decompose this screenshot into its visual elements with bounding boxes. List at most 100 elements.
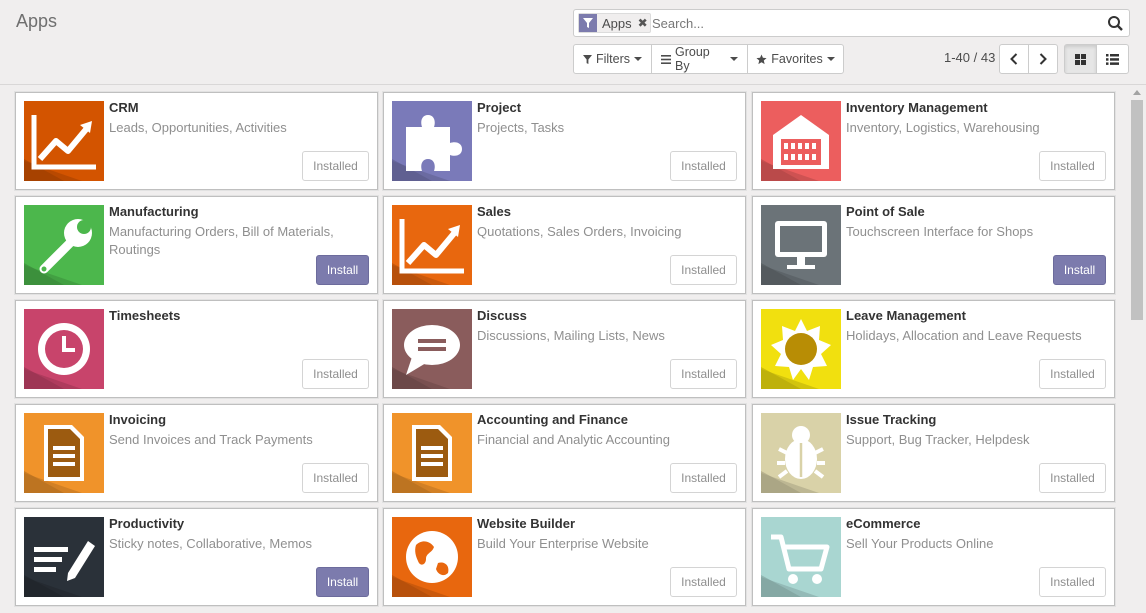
puzzle-piece-icon[interactable] (392, 101, 472, 181)
app-name[interactable]: Issue Tracking (846, 412, 936, 427)
filter-icon (579, 14, 597, 32)
scrollbar[interactable] (1128, 86, 1146, 613)
filters-button[interactable]: Filters (573, 44, 652, 74)
chevron-right-icon (1039, 53, 1047, 65)
document-icon[interactable] (24, 413, 104, 493)
app-summary: Support, Bug Tracker, Helpdesk (846, 432, 1030, 447)
app-card[interactable]: Timesheets Installed (15, 300, 378, 398)
app-summary: Build Your Enterprise Website (477, 536, 649, 551)
warehouse-icon[interactable] (761, 101, 841, 181)
list-view-button[interactable] (1096, 44, 1129, 74)
document-icon[interactable] (392, 413, 472, 493)
kanban-view-button[interactable] (1064, 44, 1097, 74)
app-card[interactable]: Invoicing Send Invoices and Track Payment… (15, 404, 378, 502)
app-card[interactable]: Accounting and Finance Financial and Anal… (383, 404, 746, 502)
installed-button[interactable]: Installed (670, 359, 737, 389)
app-card[interactable]: Website Builder Build Your Enterprise Web… (383, 508, 746, 606)
app-card[interactable]: Point of Sale Touchscreen Interface for S… (752, 196, 1115, 294)
app-name[interactable]: CRM (109, 100, 139, 115)
installed-button[interactable]: Installed (302, 463, 369, 493)
favorites-button[interactable]: Favorites (747, 44, 844, 74)
star-icon (756, 53, 767, 65)
clock-icon[interactable] (24, 309, 104, 389)
filters-label: Filters (595, 52, 631, 66)
shopping-cart-icon[interactable] (761, 517, 841, 597)
app-name[interactable]: Productivity (109, 516, 184, 531)
bug-icon[interactable] (761, 413, 841, 493)
installed-button[interactable]: Installed (670, 463, 737, 493)
installed-button[interactable]: Installed (670, 151, 737, 181)
app-name[interactable]: Inventory Management (846, 100, 988, 115)
pager-value[interactable]: 1-40 / 43 (944, 50, 995, 65)
app-name[interactable]: Point of Sale (846, 204, 925, 219)
app-card[interactable]: Productivity Sticky notes, Collaborative,… (15, 508, 378, 606)
installed-button[interactable]: Installed (670, 567, 737, 597)
search-bar[interactable]: Apps ✖ (573, 9, 1130, 37)
app-card[interactable]: Project Projects, Tasks Installed (383, 92, 746, 190)
app-card[interactable]: Issue Tracking Support, Bug Tracker, Help… (752, 404, 1115, 502)
installed-button[interactable]: Installed (1039, 463, 1106, 493)
app-summary: Projects, Tasks (477, 120, 565, 135)
search-options: Filters Group By Favorites (573, 44, 844, 74)
chart-line-icon[interactable] (24, 101, 104, 181)
install-button[interactable]: Install (1053, 255, 1106, 285)
installed-button[interactable]: Installed (302, 151, 369, 181)
scrollbar-thumb[interactable] (1131, 100, 1143, 320)
breadcrumb[interactable]: Apps (16, 11, 57, 32)
sun-icon[interactable] (761, 309, 841, 389)
installed-button[interactable]: Installed (1039, 567, 1106, 597)
facet-label: Apps (602, 15, 632, 31)
app-card[interactable]: Manufacturing Manufacturing Orders, Bill … (15, 196, 378, 294)
favorites-label: Favorites (771, 52, 823, 66)
caret-down-icon (730, 57, 738, 61)
app-summary: Send Invoices and Track Payments (109, 432, 313, 447)
app-card[interactable]: eCommerce Sell Your Products Online Instal… (752, 508, 1115, 606)
remove-facet-icon[interactable]: ✖ (636, 16, 650, 30)
pager-next-button[interactable] (1028, 44, 1058, 74)
app-kanban-grid: CRM Leads, Opportunities, Activities Insta… (0, 86, 1128, 613)
install-button[interactable]: Install (316, 567, 369, 597)
app-name[interactable]: Invoicing (109, 412, 166, 427)
app-name[interactable]: eCommerce (846, 516, 920, 531)
app-summary: Holidays, Allocation and Leave Requests (846, 328, 1082, 343)
list-icon (1106, 53, 1119, 65)
app-card[interactable]: Leave Management Holidays, Allocation and… (752, 300, 1115, 398)
app-card[interactable]: Inventory Management Inventory, Logistics… (752, 92, 1115, 190)
speech-bubble-icon[interactable] (392, 309, 472, 389)
app-card[interactable]: Sales Quotations, Sales Orders, Invoicing… (383, 196, 746, 294)
globe-icon[interactable] (392, 517, 472, 597)
search-facet[interactable]: Apps ✖ (578, 13, 651, 33)
app-name[interactable]: Sales (477, 204, 511, 219)
scroll-up-icon[interactable] (1133, 90, 1141, 95)
app-name[interactable]: Manufacturing (109, 204, 199, 219)
control-panel: Apps Apps ✖ Filters Group By (0, 0, 1146, 85)
app-name[interactable]: Timesheets (109, 308, 180, 323)
filter-icon (582, 54, 592, 64)
app-card[interactable]: CRM Leads, Opportunities, Activities Insta… (15, 92, 378, 190)
app-summary: Financial and Analytic Accounting (477, 432, 670, 447)
app-name[interactable]: Discuss (477, 308, 527, 323)
group-by-button[interactable]: Group By (651, 44, 748, 74)
app-name[interactable]: Project (477, 100, 521, 115)
chevron-left-icon (1010, 53, 1018, 65)
list-icon (661, 54, 671, 64)
note-pencil-icon[interactable] (24, 517, 104, 597)
chart-line-icon[interactable] (392, 205, 472, 285)
monitor-icon[interactable] (761, 205, 841, 285)
app-summary: Inventory, Logistics, Warehousing (846, 120, 1040, 135)
installed-button[interactable]: Installed (670, 255, 737, 285)
installed-button[interactable]: Installed (1039, 359, 1106, 389)
pager-previous-button[interactable] (999, 44, 1029, 74)
view-switcher (1064, 44, 1129, 74)
installed-button[interactable]: Installed (1039, 151, 1106, 181)
search-icon[interactable] (1107, 15, 1124, 32)
app-name[interactable]: Accounting and Finance (477, 412, 628, 427)
installed-button[interactable]: Installed (302, 359, 369, 389)
search-input[interactable] (652, 13, 1092, 33)
app-card[interactable]: Discuss Discussions, Mailing Lists, News I… (383, 300, 746, 398)
app-name[interactable]: Website Builder (477, 516, 575, 531)
app-name[interactable]: Leave Management (846, 308, 966, 323)
caret-down-icon (826, 57, 835, 61)
install-button[interactable]: Install (316, 255, 369, 285)
wrench-icon[interactable] (24, 205, 104, 285)
